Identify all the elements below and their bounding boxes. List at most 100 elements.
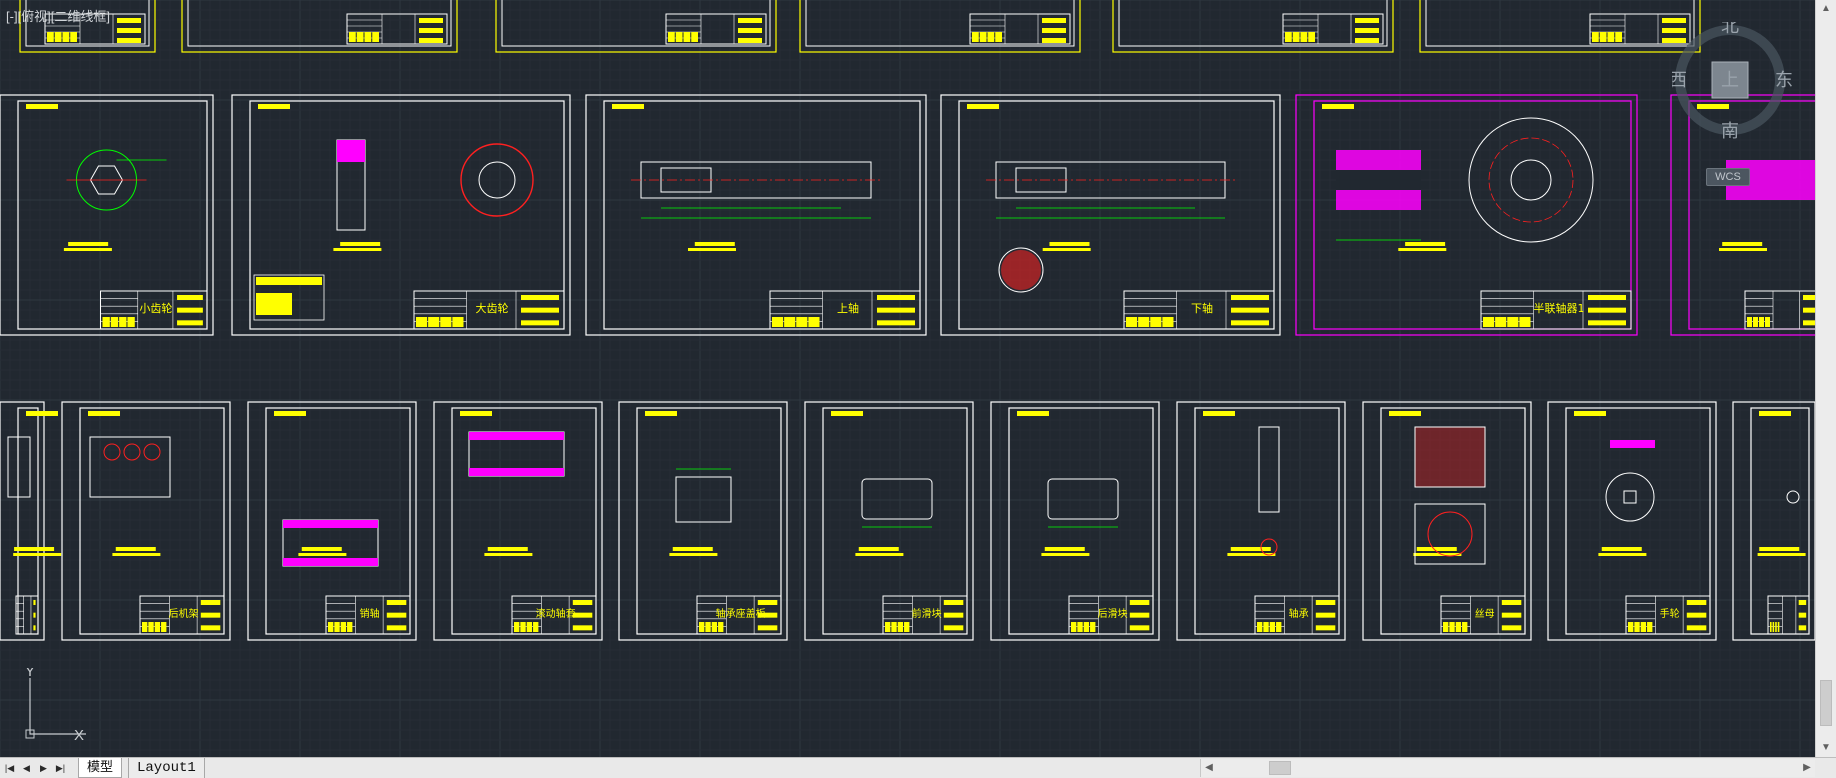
drawing-sheet[interactable]: 轴承座盖板 — [618, 401, 788, 641]
title-block-cell — [1257, 622, 1263, 632]
drawing-sheet[interactable]: 上轴 — [585, 94, 927, 336]
next-tab-icon[interactable]: ▶ — [36, 760, 51, 776]
sheet-title[interactable]: 下轴 — [1191, 301, 1213, 315]
tech-requirement-text — [14, 547, 55, 551]
drawing-sheet-partial[interactable] — [495, 0, 777, 53]
title-block-cell — [877, 320, 915, 326]
drawing-sheet-partial[interactable] — [181, 0, 458, 53]
title-block-cell — [1292, 32, 1300, 42]
viewcube[interactable]: 上 北 南 东 西 — [1672, 22, 1792, 140]
title-block-cell — [1647, 622, 1653, 632]
sheet-title[interactable]: 小齿轮 — [139, 301, 172, 315]
title-block-cell — [904, 622, 910, 632]
title-block-cell — [572, 612, 593, 618]
drawing-sheet[interactable]: 滚动轴套 — [433, 401, 603, 641]
title-block-cell — [1308, 32, 1315, 42]
viewport-controls-label[interactable]: [-][俯视][二维线框] — [6, 6, 110, 25]
sheet-title[interactable]: 半联轴器1 — [1534, 301, 1585, 315]
title-block-cell — [891, 622, 897, 632]
first-tab-icon[interactable]: |◀ — [2, 760, 17, 776]
sheet-title[interactable]: 大齿轮 — [476, 301, 509, 315]
title-block-cell — [1495, 317, 1507, 327]
sheet-title[interactable]: 后滑块 — [1098, 608, 1128, 620]
scroll-left-arrow-icon[interactable]: ◀ — [1201, 759, 1217, 777]
drawing-sheet[interactable]: 手轮 — [1547, 401, 1717, 641]
horizontal-scroll-thumb[interactable] — [1269, 761, 1291, 775]
title-block-cell — [757, 600, 778, 605]
drawing-sheet-partial[interactable] — [1419, 0, 1701, 53]
sheet-title[interactable]: 滚动轴套 — [536, 607, 576, 620]
title-block-cell — [440, 317, 452, 327]
title-block-cell — [200, 625, 221, 631]
last-tab-icon[interactable]: ▶| — [53, 760, 68, 776]
sheet-title[interactable]: 前滑块 — [912, 607, 942, 620]
drawing-sheet[interactable]: 半联轴器1 — [1295, 94, 1638, 336]
sheet-inner-border — [249, 100, 565, 330]
scroll-up-arrow-icon[interactable]: ▲ — [1816, 0, 1836, 18]
part-outline — [7, 436, 31, 498]
scroll-down-arrow-icon[interactable]: ▼ — [1816, 739, 1836, 757]
title-block-cell — [897, 622, 904, 632]
drawing-sheet[interactable]: 销轴 — [247, 401, 417, 641]
wcs-menu-button[interactable]: WCS — [1706, 168, 1750, 186]
bolt-circle — [1488, 137, 1574, 223]
vertical-scroll-thumb[interactable] — [1820, 680, 1832, 726]
sheet-title[interactable]: 手轮 — [1660, 607, 1680, 620]
drawing-sheet[interactable]: 丝母 — [1362, 401, 1532, 641]
tech-requirement-text — [115, 547, 156, 551]
sheet-code-label — [1389, 411, 1421, 416]
sheet-title[interactable]: 轴承座盖板 — [716, 607, 766, 620]
compass-south-label[interactable]: 南 — [1721, 121, 1739, 140]
scroll-right-arrow-icon[interactable]: ▶ — [1799, 759, 1815, 777]
drawing-sheets[interactable]: 小齿轮 大齿轮 上轴 下轴 半联轴器1 后机架 销轴 滚动轴套 轴承座盖板 前滑块 后滑块 轴承 丝母 手… — [0, 0, 1815, 757]
title-block-cell — [416, 317, 428, 327]
parameter-table-row — [256, 277, 322, 285]
title-block-cell — [1455, 622, 1462, 632]
drawing-sheet[interactable]: 轴承 — [1176, 401, 1346, 641]
tab-model[interactable]: 模型 — [78, 758, 123, 778]
tech-requirement-text — [487, 547, 528, 551]
sheet-title[interactable]: 上轴 — [837, 301, 859, 315]
title-block-cell — [683, 32, 691, 42]
drawing-sheet[interactable] — [1732, 401, 1815, 641]
cad-application: 小齿轮 大齿轮 上轴 下轴 半联轴器1 后机架 销轴 滚动轴套 轴承座盖板 前滑块 后滑块 轴承 丝母 手… — [0, 0, 1836, 778]
title-block-cell — [987, 32, 995, 42]
title-block-cell — [148, 622, 154, 632]
hatch-area — [283, 520, 378, 528]
model-space-canvas[interactable]: 小齿轮 大齿轮 上轴 下轴 半联轴器1 后机架 销轴 滚动轴套 轴承座盖板 前滑块 后滑块 轴承 丝母 手… — [0, 0, 1815, 757]
hatch-area — [337, 140, 365, 162]
sheet-code-label — [831, 411, 863, 416]
compass-west-label[interactable]: 西 — [1672, 70, 1687, 91]
title-block-cell — [1315, 612, 1336, 618]
parameter-table-row — [256, 293, 292, 315]
gear-pitch-circle — [460, 143, 534, 217]
title-block-cell — [386, 612, 407, 618]
drawing-sheet[interactable]: 下轴 — [940, 94, 1281, 336]
drawing-sheet[interactable]: 后机架 — [61, 401, 231, 641]
frame-hole — [103, 443, 121, 461]
sheet-title[interactable]: 轴承 — [1289, 607, 1309, 620]
title-block-cell — [119, 317, 127, 327]
tab-layout1[interactable]: Layout1 — [128, 758, 205, 778]
drawing-sheet[interactable]: 小齿轮 — [0, 94, 214, 336]
horizontal-scrollbar[interactable]: ◀ ▶ — [1200, 759, 1815, 777]
sheet-title[interactable]: 丝母 — [1475, 608, 1495, 620]
sheet-code-label — [88, 411, 120, 416]
drawing-sheet-partial[interactable] — [1112, 0, 1394, 53]
vertical-scrollbar[interactable]: ▲ ▼ — [1815, 0, 1836, 757]
compass-north-label[interactable]: 北 — [1721, 22, 1739, 37]
sheet-title[interactable]: 销轴 — [360, 607, 380, 620]
title-block-cell — [177, 295, 203, 300]
title-block-cell — [1269, 622, 1276, 632]
sheet-title[interactable]: 后机架 — [169, 607, 199, 620]
drawing-sheet[interactable] — [0, 401, 62, 641]
title-block-cell — [200, 600, 221, 605]
compass-east-label[interactable]: 东 — [1775, 70, 1792, 91]
drawing-sheet-partial[interactable] — [799, 0, 1081, 53]
sheet-code-label — [967, 104, 999, 109]
drawing-sheet[interactable]: 前滑块 — [804, 401, 974, 641]
drawing-sheet[interactable]: 后滑块 — [990, 401, 1160, 641]
title-block-cell — [943, 600, 964, 605]
previous-tab-icon[interactable]: ◀ — [19, 760, 34, 776]
drawing-sheet[interactable]: 大齿轮 — [231, 94, 571, 336]
